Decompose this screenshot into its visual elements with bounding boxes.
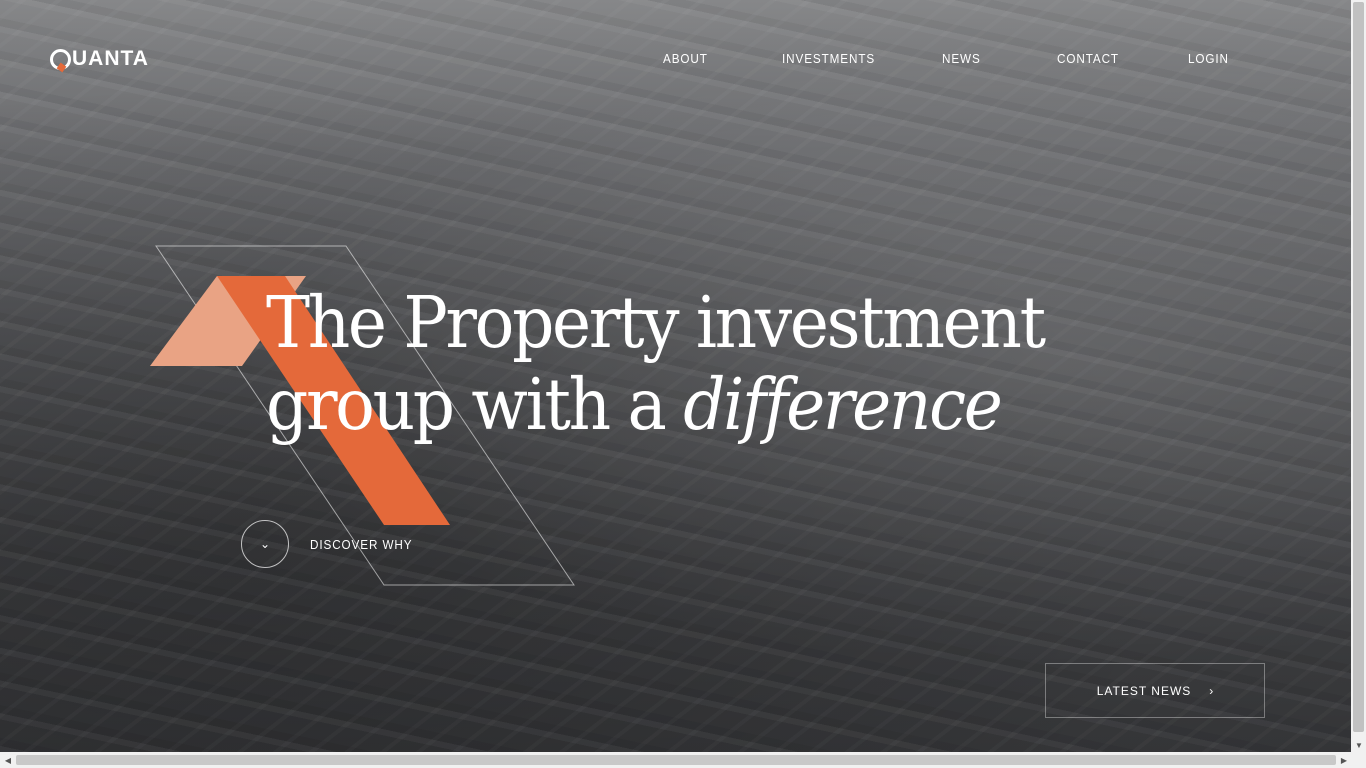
chevron-right-icon: › [1209, 683, 1214, 698]
scroll-right-arrow-icon[interactable]: ▶ [1337, 753, 1351, 767]
headline-emphasis: difference [683, 363, 1003, 446]
nav-investments[interactable]: INVESTMENTS [782, 51, 875, 66]
discover-why-button[interactable]: ⌄ DISCOVER WHY [241, 520, 424, 568]
nav-news[interactable]: NEWS [942, 51, 981, 66]
vertical-scrollbar-thumb[interactable] [1353, 2, 1364, 732]
headline-line-2-prefix: group with a [266, 363, 684, 446]
discover-why-label: DISCOVER WHY [310, 536, 413, 552]
logo-q-mark-icon [50, 48, 71, 70]
nav-about[interactable]: ABOUT [663, 51, 708, 66]
logo-text: UANTA [72, 47, 149, 70]
nav-contact[interactable]: CONTACT [1057, 51, 1119, 66]
discover-circle[interactable]: ⌄ [241, 520, 289, 568]
latest-news-label: LATEST NEWS [1096, 683, 1192, 698]
scroll-left-arrow-icon[interactable]: ◀ [1, 753, 15, 767]
headline-line-1: The Property investment [266, 281, 1046, 364]
horizontal-scrollbar-thumb[interactable] [16, 755, 1336, 765]
quanta-logo[interactable]: UANTA [50, 47, 149, 71]
hero-headline: The Property investment group with a dif… [266, 281, 1046, 446]
chevron-down-icon: ⌄ [259, 537, 271, 551]
nav-login[interactable]: LOGIN [1188, 51, 1229, 66]
scroll-down-arrow-icon[interactable]: ▼ [1352, 738, 1366, 752]
latest-news-button[interactable]: LATEST NEWS › [1045, 663, 1265, 718]
